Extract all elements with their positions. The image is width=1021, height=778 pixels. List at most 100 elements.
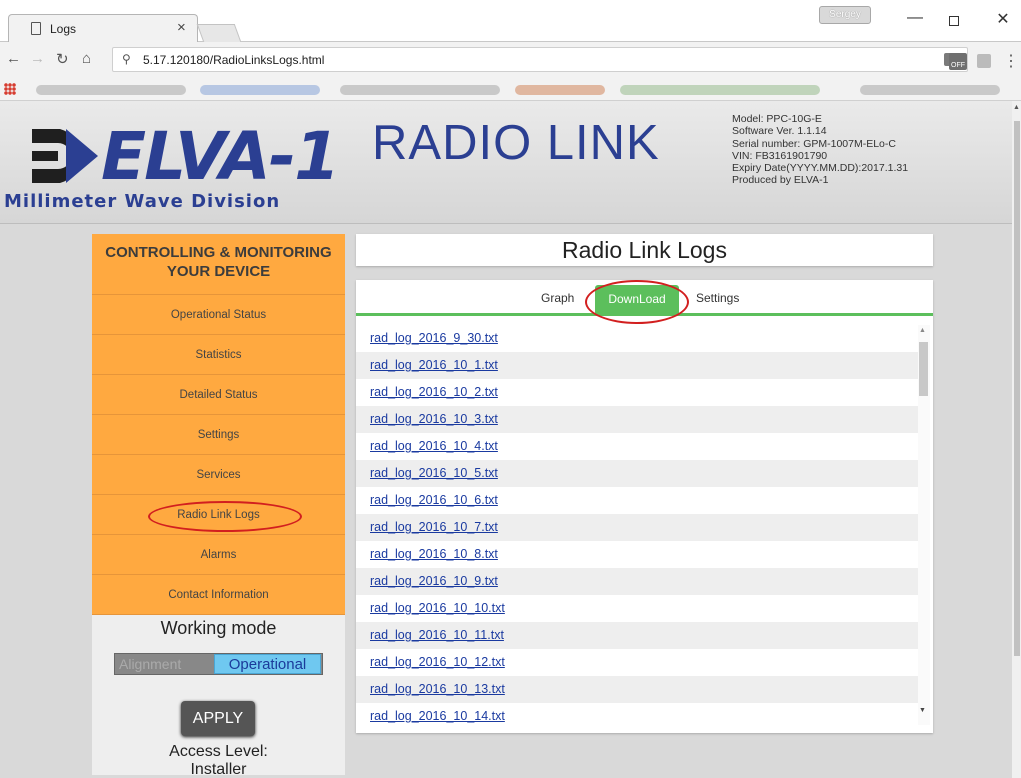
pdf-extension-icon[interactable] bbox=[977, 54, 991, 68]
log-file-link[interactable]: rad_log_2016_10_9.txt bbox=[370, 574, 498, 588]
logo-text: ELVA-1 bbox=[101, 118, 340, 195]
producer: Produced by ELVA-1 bbox=[732, 174, 829, 187]
tab-title: Logs bbox=[50, 22, 77, 36]
access-level-label: Access Level: bbox=[169, 743, 268, 760]
log-file-link[interactable]: rad_log_2016_10_2.txt bbox=[370, 385, 498, 399]
sidebar-item-label: Alarms bbox=[200, 549, 237, 561]
device-model: Model: PPC-10G-E bbox=[732, 113, 822, 125]
sidebar-item-detailed-status[interactable]: Detailed Status bbox=[92, 375, 345, 415]
tab-settings[interactable]: Settings bbox=[696, 291, 739, 305]
sidebar: CONTROLLING & MONITORING YOUR DEVICE Ope… bbox=[92, 234, 345, 778]
browser-tab[interactable]: Logs × bbox=[8, 14, 198, 43]
new-tab-button[interactable] bbox=[196, 24, 242, 42]
scroll-up-icon[interactable]: ▲ bbox=[919, 327, 926, 334]
device-info: Model: PPC-10G-E Software Ver. 1.1.14 Se… bbox=[732, 113, 908, 187]
log-file-link[interactable]: rad_log_2016_10_3.txt bbox=[370, 412, 498, 426]
bookmark-item[interactable] bbox=[515, 85, 605, 95]
address-bar[interactable]: ⚲ 5.17.120180/RadioLinksLogs.html bbox=[112, 47, 968, 72]
logs-panel: Graph DownLoad Settings rad_log_2016_9_3… bbox=[356, 280, 933, 733]
vin-number: VIN: FB3161901790 bbox=[732, 149, 828, 162]
access-level-value: Installer bbox=[190, 761, 247, 778]
page-icon bbox=[31, 22, 41, 35]
tab-strip: Logs × Sergey — ✕ bbox=[0, 0, 1021, 43]
expiry-date: Expiry Date(YYYY.MM.DD):2017.1.31 bbox=[732, 162, 909, 175]
log-file-link[interactable]: rad_log_2016_10_10.txt bbox=[370, 601, 505, 615]
log-file-link[interactable]: rad_log_2016_10_12.txt bbox=[370, 655, 505, 669]
sidebar-item-label: Contact Information bbox=[168, 589, 269, 601]
log-file-link[interactable]: rad_log_2016_10_5.txt bbox=[370, 466, 498, 480]
log-row: rad_log_2016_10_10.txt bbox=[356, 595, 919, 622]
log-file-link[interactable]: rad_log_2016_10_1.txt bbox=[370, 358, 498, 372]
log-file-link[interactable]: rad_log_2016_10_6.txt bbox=[370, 493, 498, 507]
bookmark-item[interactable] bbox=[200, 85, 320, 95]
close-tab-icon[interactable]: × bbox=[177, 19, 186, 36]
site-header: ELVA-1 Millimeter Wave Division RADIO LI… bbox=[0, 101, 1012, 224]
sidebar-item-label: Settings bbox=[197, 429, 240, 441]
mode-operational-option[interactable]: Operational bbox=[214, 654, 321, 674]
forward-arrow-icon[interactable]: → bbox=[30, 50, 45, 67]
log-row: rad_log_2016_10_9.txt bbox=[356, 568, 919, 595]
highlight-circle bbox=[585, 280, 689, 324]
maximize-icon[interactable] bbox=[941, 11, 967, 35]
log-row: rad_log_2016_10_7.txt bbox=[356, 514, 919, 541]
sidebar-item-radio-link-logs[interactable]: Radio Link Logs bbox=[92, 495, 345, 535]
tab-graph[interactable]: Graph bbox=[541, 291, 574, 305]
profile-button[interactable]: Sergey bbox=[819, 6, 871, 24]
apps-grid-icon[interactable] bbox=[4, 83, 16, 95]
url-text[interactable]: 5.17.120180/RadioLinksLogs.html bbox=[143, 53, 324, 67]
log-file-link[interactable]: rad_log_2016_10_7.txt bbox=[370, 520, 498, 534]
sidebar-item-settings[interactable]: Settings bbox=[92, 415, 345, 455]
bookmarks-bar bbox=[0, 78, 1021, 101]
elva-logo-icon bbox=[32, 129, 98, 183]
log-row: rad_log_2016_10_3.txt bbox=[356, 406, 919, 433]
log-row: rad_log_2016_10_4.txt bbox=[356, 433, 919, 460]
serial-number: Serial number: GPM-1007M-ELo-C bbox=[732, 137, 896, 150]
page-body: ELVA-1 Millimeter Wave Division RADIO LI… bbox=[0, 101, 1012, 778]
sidebar-item-statistics[interactable]: Statistics bbox=[92, 335, 345, 375]
bookmark-item[interactable] bbox=[860, 85, 1000, 95]
log-row: rad_log_2016_10_6.txt bbox=[356, 487, 919, 514]
bookmark-item[interactable] bbox=[36, 85, 186, 95]
close-window-icon[interactable]: ✕ bbox=[993, 9, 1013, 33]
page-scroll-up-icon[interactable]: ▲ bbox=[1013, 104, 1020, 111]
log-file-link[interactable]: rad_log_2016_10_14.txt bbox=[370, 709, 505, 723]
home-icon[interactable]: ⌂ bbox=[82, 50, 91, 67]
sidebar-item-label: Operational Status bbox=[170, 309, 267, 321]
minimize-icon[interactable]: — bbox=[902, 9, 928, 33]
menu-dots-icon[interactable]: ⋮ bbox=[1003, 51, 1019, 71]
extension-off-icon[interactable]: OFF bbox=[949, 53, 967, 70]
software-version: Software Ver. 1.1.14 bbox=[732, 125, 827, 138]
sidebar-item-alarms[interactable]: Alarms bbox=[92, 535, 345, 575]
scroll-down-icon[interactable]: ▼ bbox=[919, 707, 926, 714]
sidebar-header: CONTROLLING & MONITORING YOUR DEVICE bbox=[92, 234, 345, 295]
mode-alignment-option[interactable]: Alignment bbox=[119, 656, 181, 672]
page-scroll-thumb[interactable] bbox=[1014, 121, 1020, 656]
log-file-list: rad_log_2016_9_30.txt rad_log_2016_10_1.t… bbox=[356, 325, 919, 725]
sidebar-item-label: Statistics bbox=[195, 349, 242, 361]
log-row: rad_log_2016_10_11.txt bbox=[356, 622, 919, 649]
highlight-circle bbox=[148, 501, 302, 532]
sidebar-item-contact-information[interactable]: Contact Information bbox=[92, 575, 345, 615]
working-mode-switch[interactable]: Alignment Operational bbox=[114, 653, 323, 675]
browser-toolbar: ← → ↻ ⌂ ⚲ 5.17.120180/RadioLinksLogs.htm… bbox=[0, 42, 1021, 78]
sidebar-item-operational-status[interactable]: Operational Status bbox=[92, 295, 345, 335]
log-row: rad_log_2016_10_5.txt bbox=[356, 460, 919, 487]
bookmark-item[interactable] bbox=[620, 85, 820, 95]
sidebar-item-services[interactable]: Services bbox=[92, 455, 345, 495]
log-file-link[interactable]: rad_log_2016_10_8.txt bbox=[370, 547, 498, 561]
browser-chrome: Logs × Sergey — ✕ ← → ↻ ⌂ ⚲ 5.17.120180/… bbox=[0, 0, 1021, 101]
page-title: Radio Link Logs bbox=[562, 237, 727, 263]
back-arrow-icon[interactable]: ← bbox=[6, 50, 21, 67]
sidebar-item-label: Detailed Status bbox=[179, 389, 258, 401]
bookmark-item[interactable] bbox=[340, 85, 500, 95]
log-file-link[interactable]: rad_log_2016_9_30.txt bbox=[370, 331, 498, 345]
apply-button[interactable]: APPLY bbox=[181, 701, 255, 736]
log-file-link[interactable]: rad_log_2016_10_13.txt bbox=[370, 682, 505, 696]
list-scroll-thumb[interactable] bbox=[919, 342, 928, 396]
log-file-link[interactable]: rad_log_2016_10_4.txt bbox=[370, 439, 498, 453]
reload-icon[interactable]: ↻ bbox=[56, 50, 69, 68]
log-row: rad_log_2016_9_30.txt bbox=[356, 325, 919, 352]
main-title-box: Radio Link Logs bbox=[356, 234, 933, 266]
log-row: rad_log_2016_10_8.txt bbox=[356, 541, 919, 568]
log-file-link[interactable]: rad_log_2016_10_11.txt bbox=[370, 628, 504, 642]
